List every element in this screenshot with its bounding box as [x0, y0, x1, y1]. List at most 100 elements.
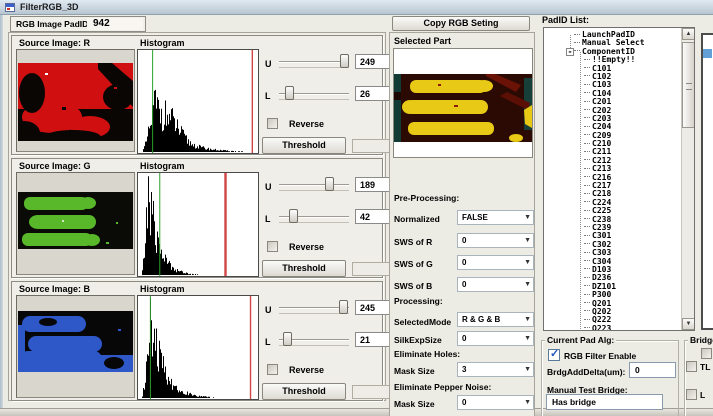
tree-item-c209[interactable]: C209 — [544, 132, 681, 140]
threshold-button-b[interactable]: Threshold — [262, 383, 346, 400]
reverse-label-r: Reverse — [289, 119, 324, 129]
tree-item-c301[interactable]: C301 — [544, 232, 681, 240]
tree-item-c103[interactable]: C103 — [544, 81, 681, 89]
selected-mode-combo[interactable]: R & G & B ▼ — [457, 312, 534, 327]
sws-r-label: SWS of R — [394, 237, 432, 247]
brdg-add-delta-input[interactable] — [629, 362, 676, 378]
chevron-down-icon[interactable]: ▼ — [524, 214, 531, 222]
tree-item-c218[interactable]: C218 — [544, 190, 681, 198]
pre-processing-title: Pre-Processing: — [394, 193, 459, 203]
l-slider-b[interactable] — [276, 332, 352, 348]
silk-exp-value: 0 — [458, 332, 533, 345]
tree-item-c203[interactable]: C203 — [544, 115, 681, 123]
sws-b-combo[interactable]: 0 ▼ — [457, 277, 534, 292]
tree-item-c302[interactable]: C302 — [544, 241, 681, 249]
reverse-checkbox-b[interactable] — [267, 364, 278, 375]
u-slider-thumb-r[interactable] — [340, 54, 349, 68]
tree-item-c202[interactable]: C202 — [544, 107, 681, 115]
tree-item-q222[interactable]: Q222 — [544, 316, 681, 324]
chevron-down-icon[interactable]: ▼ — [524, 335, 531, 343]
tree-item-c101[interactable]: C101 — [544, 65, 681, 73]
tree-item-c225[interactable]: C225 — [544, 207, 681, 215]
u-slider-g[interactable] — [276, 177, 352, 193]
tree-item-c210[interactable]: C210 — [544, 140, 681, 148]
right-edge-list[interactable] — [701, 33, 713, 330]
tree-item-c224[interactable]: C224 — [544, 199, 681, 207]
tree-item-d103[interactable]: D103 — [544, 266, 681, 274]
u-slider-thumb-g[interactable] — [325, 177, 334, 191]
tree-collapse-icon[interactable]: - — [566, 48, 574, 56]
tree-item-empty[interactable]: !!Empty!! — [544, 56, 681, 64]
l-slider-r[interactable] — [276, 86, 352, 102]
padid-tree[interactable]: LaunchPadIDManual Select-ComponentID!!Em… — [543, 27, 695, 331]
tree-item-dz101[interactable]: DZ101 — [544, 283, 681, 291]
tree-item-c201[interactable]: C201 — [544, 98, 681, 106]
right-edge-selected-item[interactable] — [703, 49, 712, 58]
chevron-down-icon[interactable]: ▼ — [524, 281, 531, 289]
chevron-down-icon[interactable]: ▼ — [524, 366, 531, 374]
l-slider-thumb-r[interactable] — [285, 86, 294, 100]
u-label-g: U — [265, 182, 272, 192]
tree-item-c239[interactable]: C239 — [544, 224, 681, 232]
selected-part-panel: Selected Part Pre-Processing: Normalized… — [389, 32, 535, 416]
reverse-checkbox-g[interactable] — [267, 241, 278, 252]
u-slider-b[interactable] — [276, 300, 352, 316]
normalized-combo[interactable]: FALSE ▼ — [457, 210, 534, 225]
u-slider-thumb-b[interactable] — [339, 300, 348, 314]
selected-part-image — [393, 48, 533, 158]
tree-item-q201[interactable]: Q201 — [544, 300, 681, 308]
silk-exp-combo[interactable]: 0 ▼ — [457, 331, 534, 346]
u-label-r: U — [265, 59, 272, 69]
chevron-down-icon[interactable]: ▼ — [524, 316, 531, 324]
reverse-checkbox-r[interactable] — [267, 118, 278, 129]
tree-item-c304[interactable]: C304 — [544, 258, 681, 266]
histogram-r — [137, 49, 259, 154]
l-slider-thumb-b[interactable] — [283, 332, 292, 346]
chevron-down-icon[interactable]: ▼ — [524, 399, 531, 407]
tree-item-c303[interactable]: C303 — [544, 249, 681, 257]
tree-item-c104[interactable]: C104 — [544, 90, 681, 98]
scrollbar-thumb[interactable] — [682, 42, 695, 128]
copy-rgb-setting-button[interactable]: Copy RGB Seting — [392, 16, 530, 31]
u-slider-r[interactable] — [276, 54, 352, 70]
tree-item-c213[interactable]: C213 — [544, 165, 681, 173]
scroll-up-icon[interactable]: ▲ — [682, 28, 695, 40]
selected-mode-label: SelectedMode — [394, 317, 451, 327]
tree-item-c204[interactable]: C204 — [544, 123, 681, 131]
sws-r-combo[interactable]: 0 ▼ — [457, 233, 534, 248]
tree-item-c238[interactable]: C238 — [544, 216, 681, 224]
u-label-b: U — [265, 305, 272, 315]
chevron-down-icon[interactable]: ▼ — [524, 237, 531, 245]
window-frame-left — [0, 15, 3, 410]
eliminate-holes-title: Eliminate Holes: — [394, 349, 460, 359]
chevron-down-icon[interactable]: ▼ — [524, 259, 531, 267]
tree-item-c212[interactable]: C212 — [544, 157, 681, 165]
threshold-button-r[interactable]: Threshold — [262, 137, 346, 154]
tree-item-q202[interactable]: Q202 — [544, 308, 681, 316]
reverse-label-g: Reverse — [289, 242, 324, 252]
l-checkbox[interactable] — [686, 389, 697, 400]
bridge-checkbox-partial[interactable] — [701, 348, 712, 359]
tree-item-c102[interactable]: C102 — [544, 73, 681, 81]
mask-size-2-combo[interactable]: 0 ▼ — [457, 395, 534, 410]
tree-item-c216[interactable]: C216 — [544, 174, 681, 182]
histogram-label-b: Histogram — [140, 284, 185, 294]
tree-item-c211[interactable]: C211 — [544, 148, 681, 156]
scroll-down-icon[interactable]: ▼ — [682, 318, 695, 330]
tree-scrollbar[interactable]: ▲ ▼ — [681, 28, 694, 330]
manual-test-bridge-input[interactable] — [546, 394, 663, 410]
l-slider-g[interactable] — [276, 209, 352, 225]
histogram-b-plot — [138, 296, 258, 399]
threshold-button-g[interactable]: Threshold — [262, 260, 346, 277]
tl-checkbox[interactable] — [686, 361, 697, 372]
l-label-b: L — [265, 337, 271, 347]
source-images-container: Source Image: R Histogram — [8, 32, 386, 401]
tree-item-c217[interactable]: C217 — [544, 182, 681, 190]
rgb-image-padid-panel: RGB Image PadID: 942 — [10, 16, 146, 32]
mask-size-1-combo[interactable]: 3 ▼ — [457, 362, 534, 377]
rgb-filter-enable-checkbox[interactable]: ✓ — [548, 349, 560, 361]
l-slider-thumb-g[interactable] — [289, 209, 298, 223]
tree-item-q223[interactable]: Q223 — [544, 325, 681, 331]
tree-item-p300[interactable]: P300 — [544, 291, 681, 299]
sws-g-combo[interactable]: 0 ▼ — [457, 255, 534, 270]
